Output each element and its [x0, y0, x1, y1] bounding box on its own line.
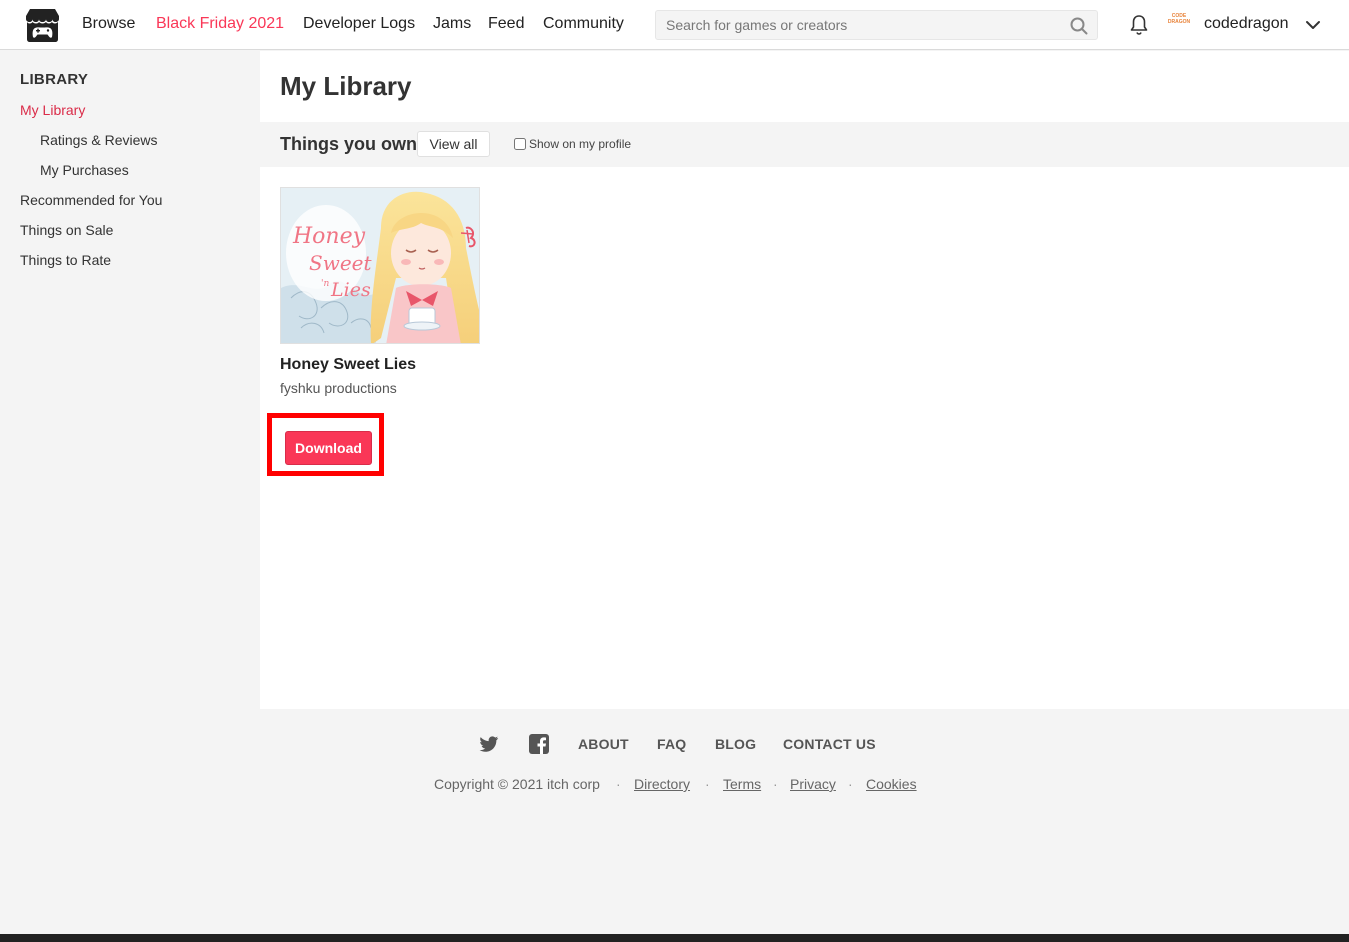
nav-jams[interactable]: Jams	[433, 15, 471, 33]
itch-logo-icon[interactable]	[23, 7, 62, 43]
show-on-profile-toggle[interactable]: Show on my profile	[514, 137, 631, 151]
page-title: My Library	[280, 71, 412, 101]
cover-text-2: Sweet	[309, 251, 372, 275]
sidebar-item-my-library[interactable]: My Library	[20, 102, 85, 118]
cover-text-1: Honey	[292, 224, 366, 249]
footer-link-faq[interactable]: FAQ	[657, 736, 686, 752]
separator-dot: ·	[773, 776, 778, 792]
separator-dot: ·	[848, 776, 853, 792]
main-panel: My Library Things you own View all Show …	[260, 51, 1349, 709]
footer-link-terms[interactable]: Terms	[723, 776, 761, 792]
footer-link-privacy[interactable]: Privacy	[790, 776, 836, 792]
show-on-profile-label: Show on my profile	[529, 137, 632, 151]
sidebar-heading: LIBRARY	[20, 71, 89, 88]
search-icon[interactable]	[1070, 17, 1088, 35]
game-cover[interactable]: Honey Sweet 'n Lies	[280, 187, 480, 344]
download-button[interactable]: Download	[285, 431, 372, 465]
top-header: Browse Black Friday 2021 Developer Logs …	[0, 0, 1349, 50]
cover-text-4: Lies	[330, 279, 371, 301]
avatar-text: CODE DRAGON	[1167, 13, 1191, 25]
show-on-profile-checkbox[interactable]	[514, 138, 526, 150]
nav-browse[interactable]: Browse	[82, 15, 135, 33]
nav-feed[interactable]: Feed	[488, 15, 524, 33]
bottom-edge-bar	[0, 934, 1349, 942]
twitter-icon[interactable]	[478, 733, 500, 755]
sidebar-item-things-on-sale[interactable]: Things on Sale	[20, 222, 113, 238]
game-cover-art: Honey Sweet 'n Lies	[281, 188, 479, 343]
sidebar-item-my-purchases[interactable]: My Purchases	[40, 162, 129, 178]
view-all-button[interactable]: View all	[417, 131, 490, 157]
game-title[interactable]: Honey Sweet Lies	[280, 356, 416, 374]
nav-developer-logs[interactable]: Developer Logs	[303, 15, 415, 33]
footer-link-cookies[interactable]: Cookies	[866, 776, 917, 792]
search-input[interactable]	[656, 11, 1056, 39]
separator-dot: ·	[616, 776, 621, 792]
section-title: Things you own	[280, 134, 417, 154]
download-highlight-frame: Download	[267, 413, 384, 476]
cover-text-3: 'n	[321, 279, 329, 289]
facebook-icon[interactable]	[528, 733, 550, 755]
search-box	[655, 10, 1098, 40]
nav-black-friday[interactable]: Black Friday 2021	[156, 15, 284, 33]
footer-link-contact[interactable]: CONTACT US	[783, 736, 876, 752]
avatar[interactable]: CODE DRAGON	[1166, 13, 1192, 37]
nav-community[interactable]: Community	[543, 15, 624, 33]
chevron-down-icon[interactable]	[1305, 17, 1321, 33]
game-author[interactable]: fyshku productions	[280, 380, 397, 396]
copyright-text: Copyright © 2021 itch corp	[434, 776, 600, 792]
bell-icon[interactable]	[1129, 14, 1149, 36]
username[interactable]: codedragon	[1204, 15, 1289, 33]
sidebar-item-ratings-reviews[interactable]: Ratings & Reviews	[40, 132, 158, 148]
sidebar-item-recommended[interactable]: Recommended for You	[20, 192, 162, 208]
footer-link-about[interactable]: ABOUT	[578, 736, 629, 752]
separator-dot: ·	[705, 776, 710, 792]
footer-link-blog[interactable]: BLOG	[715, 736, 756, 752]
sidebar-item-things-to-rate[interactable]: Things to Rate	[20, 252, 111, 268]
footer-link-directory[interactable]: Directory	[634, 776, 690, 792]
section-header: Things you own View all Show on my profi…	[260, 122, 1349, 167]
